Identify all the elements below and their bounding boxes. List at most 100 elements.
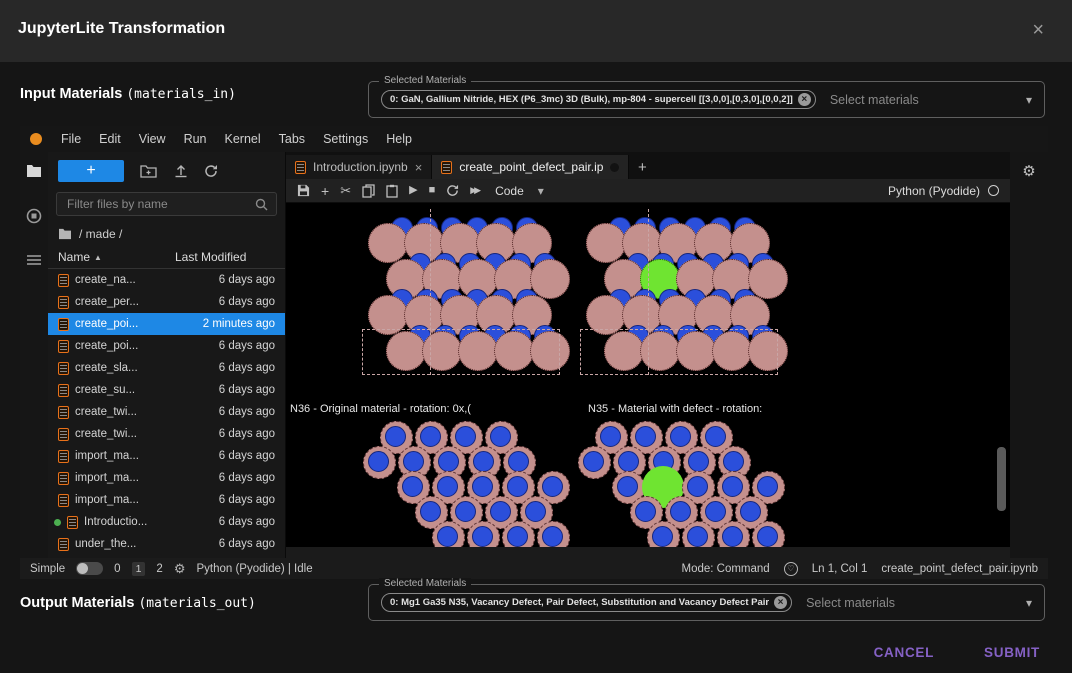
chip-remove-icon[interactable]: × xyxy=(774,596,787,609)
close-icon[interactable]: × xyxy=(1032,20,1044,40)
file-row[interactable]: create_sla...6 days ago xyxy=(48,357,285,379)
file-browser-icon[interactable] xyxy=(26,164,42,178)
simple-mode-toggle[interactable] xyxy=(76,562,103,575)
menu-item-settings[interactable]: Settings xyxy=(314,132,377,146)
tab-create-point-defect-pair[interactable]: create_point_defect_pair.ip xyxy=(432,155,629,179)
notebook-file-icon xyxy=(58,296,69,309)
notebook-file-icon xyxy=(295,161,306,174)
notebook-file-icon xyxy=(58,428,69,441)
output-select-body: 0: Mg1 Ga35 N35, Vacancy Defect, Pair De… xyxy=(369,585,1044,620)
upload-icon[interactable] xyxy=(174,164,188,178)
kernel-count-chip[interactable]: 1 xyxy=(132,562,146,576)
atom-core xyxy=(525,501,546,522)
tab-label: Introduction.ipynb xyxy=(313,160,408,174)
column-name[interactable]: Name ▲ xyxy=(58,250,175,264)
run-cell-icon[interactable]: ▶ xyxy=(409,185,417,196)
restart-kernel-icon[interactable] xyxy=(446,184,459,197)
atom-core xyxy=(473,451,494,472)
new-tab-button[interactable]: + xyxy=(629,155,655,179)
cursor-position[interactable]: Ln 1, Col 1 xyxy=(812,563,868,575)
menu-item-tabs[interactable]: Tabs xyxy=(270,132,314,146)
atom-core xyxy=(652,526,673,547)
atom-core xyxy=(490,501,511,522)
new-launcher-button[interactable]: + xyxy=(58,160,124,182)
menu-item-view[interactable]: View xyxy=(130,132,175,146)
atom-core xyxy=(542,526,563,547)
restart-run-all-icon[interactable]: ▶▶ xyxy=(470,186,478,195)
table-of-contents-icon[interactable] xyxy=(26,254,42,266)
file-row[interactable]: import_ma...6 days ago xyxy=(48,489,285,511)
atom-core xyxy=(508,451,529,472)
copy-cell-icon[interactable] xyxy=(362,184,375,198)
notebook-content[interactable]: N36 - Original material - rotation: 0x,(… xyxy=(286,203,1010,547)
menu-item-help[interactable]: Help xyxy=(377,132,421,146)
cell-type-dropdown[interactable]: Code ▾ xyxy=(495,184,544,198)
file-row[interactable]: create_per...6 days ago xyxy=(48,291,285,313)
file-name: Introductio... xyxy=(84,516,177,528)
add-cell-icon[interactable]: + xyxy=(321,184,329,198)
menu-item-file[interactable]: File xyxy=(52,132,90,146)
input-materials-select[interactable]: Selected Materials 0: GaN, Gallium Nitri… xyxy=(368,81,1045,118)
stop-kernel-icon[interactable]: ■ xyxy=(429,185,436,196)
chevron-down-icon[interactable]: ▾ xyxy=(1026,93,1032,107)
chip-label: 0: GaN, Gallium Nitride, HEX (P6_3mc) 3D… xyxy=(390,94,793,105)
output-material-chip[interactable]: 0: Mg1 Ga35 N35, Vacancy Defect, Pair De… xyxy=(381,593,792,612)
notebook-scrollbar[interactable] xyxy=(997,447,1006,511)
kernel-status-text[interactable]: Python (Pyodide) | Idle xyxy=(196,563,312,575)
file-modified: 6 days ago xyxy=(183,274,275,286)
heart-circle-icon[interactable]: ♡ xyxy=(784,562,798,576)
running-kernels-icon[interactable] xyxy=(26,208,42,224)
atom-core xyxy=(507,526,528,547)
atom-core xyxy=(635,426,656,447)
file-row[interactable]: create_twi...6 days ago xyxy=(48,423,285,445)
tab-label: create_point_defect_pair.ip xyxy=(459,160,603,174)
file-row[interactable]: create_twi...6 days ago xyxy=(48,401,285,423)
output-materials-select[interactable]: Selected Materials 0: Mg1 Ga35 N35, Vaca… xyxy=(368,584,1045,621)
chip-remove-icon[interactable]: × xyxy=(798,93,811,106)
file-row[interactable]: create_poi...6 days ago xyxy=(48,335,285,357)
output-materials-text: Output Materials xyxy=(20,595,138,611)
file-row[interactable]: create_na...6 days ago xyxy=(48,269,285,291)
atom-core xyxy=(670,501,691,522)
session-count[interactable]: 2 xyxy=(156,563,162,575)
close-tab-icon[interactable]: × xyxy=(415,161,423,174)
chevron-down-icon[interactable]: ▾ xyxy=(1026,596,1032,610)
notebook-file-icon xyxy=(58,538,69,551)
cut-cell-icon[interactable]: ✂ xyxy=(340,184,351,197)
paste-cell-icon[interactable] xyxy=(386,184,398,198)
menu-item-kernel[interactable]: Kernel xyxy=(216,132,270,146)
file-row[interactable]: create_su...6 days ago xyxy=(48,379,285,401)
atom-core xyxy=(670,426,691,447)
cancel-button[interactable]: CANCEL xyxy=(868,644,940,661)
input-material-chip[interactable]: 0: GaN, Gallium Nitride, HEX (P6_3mc) 3D… xyxy=(381,90,816,109)
new-folder-icon[interactable] xyxy=(140,164,158,178)
file-row[interactable]: import_ma...6 days ago xyxy=(48,445,285,467)
breadcrumb[interactable]: / made / xyxy=(48,222,285,246)
menu-item-edit[interactable]: Edit xyxy=(90,132,130,146)
command-mode-indicator[interactable]: Mode: Command xyxy=(682,563,770,575)
dialog-title: JupyterLite Transformation xyxy=(18,20,225,38)
atom-core xyxy=(368,451,389,472)
file-row[interactable]: import_ma...6 days ago xyxy=(48,467,285,489)
file-name: create_sla... xyxy=(75,362,177,374)
dialog-header: JupyterLite Transformation × xyxy=(0,0,1072,62)
terminal-count[interactable]: 0 xyxy=(114,563,120,575)
file-row[interactable]: create_poi...2 minutes ago xyxy=(48,313,285,335)
menu-item-run[interactable]: Run xyxy=(175,132,216,146)
file-name: create_poi... xyxy=(75,318,177,330)
file-row[interactable]: Introductio...6 days ago xyxy=(48,511,285,533)
column-last-modified[interactable]: Last Modified xyxy=(175,250,275,264)
atom-core xyxy=(635,501,656,522)
atom-core xyxy=(542,476,563,497)
refresh-icon[interactable] xyxy=(204,164,218,178)
filter-files-input[interactable] xyxy=(65,196,249,212)
save-icon[interactable] xyxy=(297,184,310,197)
kernel-indicator[interactable]: Python (Pyodide) xyxy=(888,184,999,198)
gear-icon[interactable]: ⚙ xyxy=(174,562,186,575)
status-bar-right: Mode: Command ♡ Ln 1, Col 1 create_point… xyxy=(682,562,1039,576)
file-modified: 6 days ago xyxy=(183,538,275,550)
file-row[interactable]: under_the...6 days ago xyxy=(48,533,285,555)
tab-introduction[interactable]: Introduction.ipynb × xyxy=(286,155,432,179)
property-inspector-icon[interactable]: ⚙ xyxy=(1022,164,1035,558)
submit-button[interactable]: SUBMIT xyxy=(978,644,1046,661)
